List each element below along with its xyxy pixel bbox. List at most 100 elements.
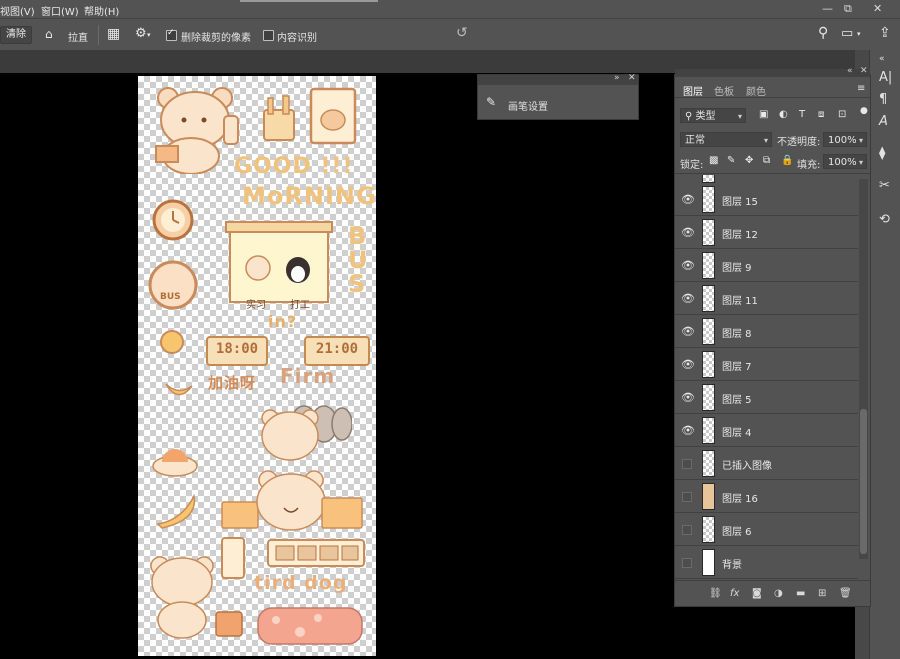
tab-swatches[interactable]: 色板	[714, 83, 734, 98]
layer-row[interactable]: 图层 16	[675, 480, 858, 513]
lock-artboard-icon[interactable]: ⧉	[763, 155, 770, 166]
tab-layers[interactable]: 图层	[683, 83, 703, 98]
menu-help[interactable]: 帮助(H)	[84, 3, 119, 18]
visibility-toggle-off[interactable]	[682, 558, 692, 568]
lock-position-icon[interactable]: ✥	[745, 155, 753, 166]
trash-icon[interactable]: 🗑	[839, 588, 852, 599]
workspace-icon[interactable]: ▭	[841, 26, 853, 41]
new-group-icon[interactable]: ▬	[796, 588, 805, 599]
visibility-eye-icon[interactable]: 👁	[681, 226, 695, 239]
adjustment-filter-icon[interactable]: ◐	[779, 109, 788, 120]
layer-row[interactable]: 👁 图层 4	[675, 414, 858, 447]
history-panel-icon[interactable]: ⟲	[879, 212, 890, 227]
new-layer-icon[interactable]: ⊞	[818, 588, 826, 599]
panel-header[interactable]: » ✕	[478, 73, 638, 85]
collapse-panel-button[interactable]: «	[847, 66, 853, 76]
layer-name[interactable]: 背景	[722, 556, 742, 571]
visibility-eye-icon[interactable]: 👁	[681, 259, 695, 272]
layer-row[interactable]: 👁 图层 12	[675, 216, 858, 249]
layer-row[interactable]: 👁 图层 5	[675, 381, 858, 414]
gear-icon[interactable]: ⚙	[135, 26, 147, 41]
layer-name[interactable]: 图层 7	[722, 358, 752, 373]
layer-name[interactable]: 图层 8	[722, 325, 752, 340]
layer-row[interactable]: 👁 图层 11	[675, 282, 858, 315]
layer-filter-select[interactable]: ⚲ 类型 ▾	[680, 108, 746, 123]
straighten-icon[interactable]: ⌂	[45, 27, 53, 41]
visibility-toggle-off[interactable]	[682, 492, 692, 502]
tools-panel-icon[interactable]: ✂	[879, 178, 890, 193]
visibility-eye-icon[interactable]: 👁	[681, 391, 695, 404]
adjustments-panel-icon[interactable]: ⧫	[879, 146, 885, 161]
layer-name[interactable]: 图层 5	[722, 391, 752, 406]
add-mask-icon[interactable]: ◙	[752, 588, 762, 599]
workspace-chevron-icon[interactable]: ▾	[857, 30, 861, 38]
visibility-eye-icon[interactable]: 👁	[681, 358, 695, 371]
link-layers-icon[interactable]: ⛓	[709, 588, 722, 599]
document-canvas[interactable]: GOOD !!! MoRNING 实习 打工 BUS BUS in? 18:00…	[138, 76, 376, 656]
visibility-eye-icon[interactable]: 👁	[681, 325, 695, 338]
layer-name[interactable]: 图层 11	[722, 292, 758, 307]
menu-view[interactable]: 视图(V)	[0, 3, 35, 18]
opacity-input[interactable]: 100% ▾	[823, 132, 867, 147]
lock-image-icon[interactable]: ✎	[727, 155, 735, 166]
visibility-eye-icon[interactable]: 👁	[681, 292, 695, 305]
layer-name[interactable]: 已插入图像	[722, 457, 772, 472]
search-icon[interactable]: ⚲	[818, 25, 828, 41]
lock-transparent-icon[interactable]: ▩	[709, 155, 718, 166]
content-aware-label[interactable]: 内容识别	[277, 29, 317, 44]
content-aware-checkbox[interactable]	[263, 30, 274, 41]
type-filter-icon[interactable]: T	[799, 109, 805, 120]
delete-cropped-label[interactable]: 删除裁剪的像素	[181, 29, 251, 44]
layer-name[interactable]: 图层 15	[722, 193, 758, 208]
brush-settings-title[interactable]: 画笔设置	[508, 98, 548, 113]
visibility-toggle-off[interactable]	[682, 525, 692, 535]
blend-mode-select[interactable]: 正常 ▾	[680, 132, 772, 147]
shape-filter-icon[interactable]: ⧈	[818, 109, 824, 120]
grid-overlay-icon[interactable]: ▦	[107, 26, 120, 42]
chevron-down-icon[interactable]: ▾	[147, 31, 151, 39]
close-panel-button[interactable]: ✕	[628, 73, 636, 83]
lock-all-icon[interactable]: 🔒	[781, 155, 793, 166]
layer-row[interactable]: 背景	[675, 546, 858, 579]
layer-row[interactable]: 👁 图层 8	[675, 315, 858, 348]
pixel-filter-icon[interactable]: ▣	[759, 109, 768, 120]
straighten-label[interactable]: 拉直	[68, 29, 88, 44]
layer-row[interactable]: 已插入图像	[675, 447, 858, 480]
collapse-panel-button[interactable]: »	[614, 73, 620, 83]
layer-name[interactable]: 图层 6	[722, 523, 752, 538]
layers-scrollbar[interactable]	[859, 179, 868, 559]
visibility-toggle-off[interactable]	[682, 459, 692, 469]
collapse-strip-icon[interactable]: «	[879, 54, 885, 64]
smart-object-filter-icon[interactable]: ⊡	[838, 109, 846, 120]
tab-color[interactable]: 颜色	[746, 83, 766, 98]
menu-window[interactable]: 窗口(W)	[41, 3, 79, 18]
brush-settings-icon[interactable]: ✎	[486, 95, 496, 109]
layer-name[interactable]: 图层 9	[722, 259, 752, 274]
visibility-eye-icon[interactable]: 👁	[681, 193, 695, 206]
minimize-button[interactable]: —	[822, 2, 833, 15]
adjustment-layer-icon[interactable]: ◑	[774, 588, 783, 599]
close-window-button[interactable]: ✕	[873, 2, 882, 15]
layer-row[interactable]: 👁 图层 15	[675, 183, 858, 216]
layer-name[interactable]: 图层 12	[722, 226, 758, 241]
panel-menu-icon[interactable]: ≡	[857, 83, 865, 94]
fx-icon[interactable]: fx	[730, 588, 739, 599]
character-panel-icon[interactable]: A|	[879, 70, 892, 85]
glyphs-panel-icon[interactable]: A	[879, 114, 888, 129]
restore-button[interactable]: ⧉	[844, 2, 852, 16]
panel-header[interactable]: « ✕	[675, 66, 870, 77]
share-icon[interactable]: ⇪	[879, 25, 891, 41]
close-panel-button[interactable]: ✕	[860, 66, 868, 76]
clear-button[interactable]: 清除	[0, 26, 32, 44]
layer-name[interactable]: 图层 4	[722, 424, 752, 439]
delete-cropped-checkbox[interactable]	[166, 28, 177, 41]
scrollbar-thumb[interactable]	[860, 409, 867, 554]
layer-name[interactable]: 图层 16	[722, 490, 758, 505]
fill-input[interactable]: 100% ▾	[823, 154, 867, 169]
layer-row[interactable]: 图层 6	[675, 513, 858, 546]
layer-row[interactable]: 👁 图层 7	[675, 348, 858, 381]
paragraph-panel-icon[interactable]: ¶	[879, 92, 887, 107]
filter-toggle-icon[interactable]: ●	[860, 106, 868, 116]
visibility-eye-icon[interactable]: 👁	[681, 424, 695, 437]
layer-row[interactable]: 👁 图层 9	[675, 249, 858, 282]
